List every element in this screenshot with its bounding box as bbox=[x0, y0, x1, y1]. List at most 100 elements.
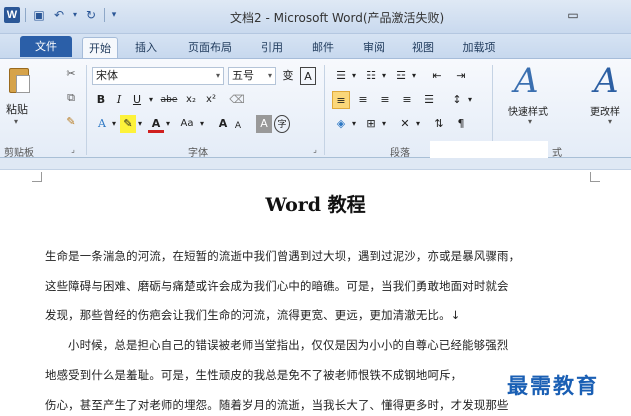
enclose-char-icon[interactable]: 字 bbox=[274, 115, 290, 133]
group-divider bbox=[324, 65, 325, 155]
char-border-icon[interactable]: A bbox=[300, 67, 316, 85]
change-styles-label[interactable]: 更改样 bbox=[590, 103, 631, 118]
quick-styles-icon[interactable]: A bbox=[514, 61, 539, 101]
dropdown-icon[interactable]: ▾ bbox=[110, 115, 118, 133]
styles-group-label: 式 bbox=[552, 148, 562, 159]
paste-button-label[interactable]: 粘贴 bbox=[6, 101, 28, 117]
decrease-indent-icon[interactable]: ⇤ bbox=[428, 67, 446, 85]
quick-styles-label[interactable]: 快速样式 bbox=[508, 103, 548, 118]
undo-icon[interactable]: ↶ bbox=[51, 7, 67, 23]
tab-page-layout[interactable]: 页面布局 bbox=[180, 37, 240, 58]
toolbar-divider bbox=[25, 8, 26, 22]
word-logo-icon[interactable]: W bbox=[4, 7, 20, 23]
bold-button[interactable]: B bbox=[94, 91, 108, 109]
shading-icon[interactable]: ◈ bbox=[332, 115, 350, 133]
paste-icon[interactable] bbox=[6, 65, 32, 95]
minimize-button[interactable]: ▭ bbox=[566, 8, 580, 22]
change-case-button[interactable]: Aa bbox=[176, 115, 198, 133]
sort-icon[interactable]: ⇅ bbox=[430, 115, 448, 133]
dropdown-icon[interactable]: ▾ bbox=[380, 67, 388, 85]
dropdown-icon[interactable]: ▾ bbox=[164, 115, 172, 133]
copy-icon[interactable]: ⧉ bbox=[64, 91, 78, 105]
tab-view[interactable]: 视图 bbox=[405, 37, 441, 58]
subscript-button[interactable]: x₂ bbox=[182, 91, 200, 109]
text-effects-icon[interactable]: A bbox=[94, 115, 110, 133]
tab-insert[interactable]: 插入 bbox=[128, 37, 164, 58]
bullets-icon[interactable]: ☰ bbox=[332, 67, 350, 85]
dropdown-icon[interactable]: ▾ bbox=[380, 115, 388, 133]
dropdown-icon[interactable]: ▾ bbox=[350, 115, 358, 133]
format-painter-icon[interactable]: ✎ bbox=[64, 115, 78, 129]
tab-file[interactable]: 文件 bbox=[20, 36, 72, 57]
underline-button[interactable]: U bbox=[130, 91, 144, 109]
asian-layout-icon[interactable]: ✕ bbox=[396, 115, 414, 133]
tab-review[interactable]: 审阅 bbox=[356, 37, 392, 58]
font-group-label: 字体 bbox=[188, 148, 208, 159]
numbering-icon[interactable]: ☷ bbox=[362, 67, 380, 85]
paragraph-line[interactable]: 小时候，总是担心自己的错误被老师当堂指出，仅仅是因为小小的自尊心已经能够强烈 bbox=[68, 337, 608, 353]
font-name-select[interactable]: 宋体 ▾ bbox=[92, 67, 224, 85]
tab-mailings[interactable]: 邮件 bbox=[305, 37, 341, 58]
align-right-icon[interactable]: ≡ bbox=[376, 91, 394, 109]
dropdown-icon[interactable]: ▾ bbox=[136, 115, 144, 133]
toolbar-divider bbox=[104, 8, 105, 22]
redo-icon[interactable]: ↻ bbox=[83, 7, 99, 23]
font-name-value: 宋体 bbox=[96, 69, 118, 82]
font-launcher-icon[interactable]: ⌟ bbox=[308, 143, 322, 157]
font-size-select[interactable]: 五号 ▾ bbox=[228, 67, 276, 85]
strikethrough-button[interactable]: abe bbox=[158, 91, 180, 109]
cut-icon[interactable]: ✂ bbox=[64, 67, 78, 81]
title-bar: W ▣ ↶ ▾ ↻ ▾ 文档2 - Microsoft Word(产品激活失败)… bbox=[0, 0, 631, 34]
paste-dropdown-icon[interactable]: ▾ bbox=[14, 117, 18, 126]
multilevel-list-icon[interactable]: ☲ bbox=[392, 67, 410, 85]
customize-toolbar-icon[interactable]: ▾ bbox=[110, 7, 118, 23]
dropdown-icon[interactable]: ▾ bbox=[528, 117, 532, 126]
paragraph-line[interactable]: 伤心，甚至产生了对老师的埋怨。随着岁月的流逝，当我长大了、懂得更多时，才发现那些 bbox=[45, 397, 585, 413]
dropdown-icon[interactable]: ▾ bbox=[410, 67, 418, 85]
font-color-icon[interactable]: A bbox=[148, 115, 164, 133]
dropdown-icon[interactable]: ▾ bbox=[414, 115, 422, 133]
dropdown-icon[interactable]: ▾ bbox=[146, 91, 156, 109]
paragraph-line[interactable]: 发现，那些曾经的伤疤会让我们生命的河流，流得更宽、更远，更加清澈无比。↓ bbox=[45, 307, 585, 323]
paragraph-line[interactable]: 生命是一条湍急的河流，在短暂的流逝中我们曾遇到过大坝，遇到过泥沙，亦或是暴风骤雨… bbox=[45, 248, 585, 264]
paragraph-line[interactable]: 这些障碍与困难、磨砺与痛楚或许会成为我们心中的暗礁。可是，当我们勇敢地面对时就会 bbox=[45, 278, 585, 294]
paragraph-group-label: 段落 bbox=[390, 148, 410, 159]
margin-corner-mark bbox=[32, 172, 42, 182]
tab-home[interactable]: 开始 bbox=[82, 37, 118, 58]
chevron-down-icon: ▾ bbox=[215, 71, 220, 80]
clipboard-launcher-icon[interactable]: ⌟ bbox=[66, 143, 80, 157]
tab-references[interactable]: 引用 bbox=[254, 37, 290, 58]
group-divider bbox=[86, 65, 87, 155]
line-spacing-icon[interactable]: ↕ bbox=[448, 91, 466, 109]
window-title: 文档2 - Microsoft Word(产品激活失败) bbox=[230, 11, 445, 25]
document-title[interactable]: Word 教程 bbox=[0, 190, 631, 217]
increase-indent-icon[interactable]: ⇥ bbox=[452, 67, 470, 85]
align-left-icon[interactable]: ≡ bbox=[332, 91, 350, 109]
watermark-text: 最需教育 bbox=[507, 370, 599, 400]
horizontal-ruler[interactable] bbox=[0, 158, 631, 170]
tab-addins[interactable]: 加载项 bbox=[455, 37, 503, 58]
dropdown-icon[interactable]: ▾ bbox=[71, 7, 79, 23]
font-size-value: 五号 bbox=[232, 69, 254, 82]
dropdown-icon[interactable]: ▾ bbox=[350, 67, 358, 85]
show-marks-icon[interactable]: ¶ bbox=[452, 115, 470, 133]
paragraph-line[interactable]: 地感受到什么是羞耻。可是，生性顽皮的我总是免不了被老师恨铁不成钢地呵斥， bbox=[45, 367, 585, 383]
italic-button[interactable]: I bbox=[112, 91, 126, 109]
highlight-icon[interactable]: ✎ bbox=[120, 115, 136, 133]
change-case-icon[interactable]: 变 bbox=[280, 67, 296, 85]
justify-icon[interactable]: ≡ bbox=[398, 91, 416, 109]
distributed-icon[interactable]: ☰ bbox=[420, 91, 438, 109]
grow-font-button[interactable]: A bbox=[216, 115, 230, 133]
char-shading-icon[interactable]: A bbox=[256, 115, 272, 133]
borders-icon[interactable]: ⊞ bbox=[362, 115, 380, 133]
align-center-icon[interactable]: ≡ bbox=[354, 91, 372, 109]
dropdown-icon[interactable]: ▾ bbox=[608, 117, 612, 126]
superscript-button[interactable]: x² bbox=[202, 91, 220, 109]
save-icon[interactable]: ▣ bbox=[31, 7, 47, 23]
clipboard-group-label: 剪贴板 bbox=[4, 148, 34, 159]
shrink-font-button[interactable]: A bbox=[232, 117, 244, 135]
dropdown-icon[interactable]: ▾ bbox=[466, 91, 474, 109]
dropdown-icon[interactable]: ▾ bbox=[198, 115, 206, 133]
clear-formatting-icon[interactable]: ⌫ bbox=[228, 91, 246, 109]
change-styles-icon[interactable]: A bbox=[594, 61, 619, 101]
